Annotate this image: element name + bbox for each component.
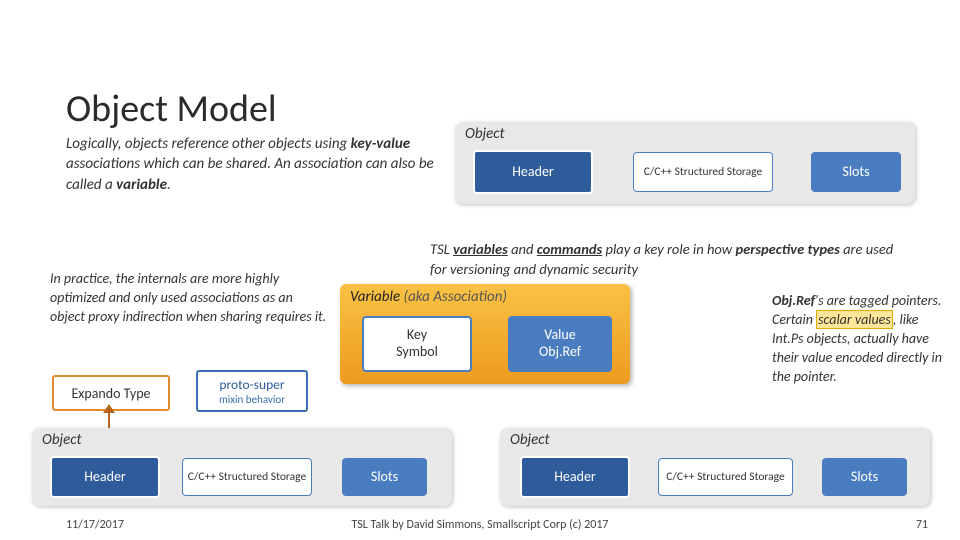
slots-part: Slots: [822, 458, 907, 496]
header-part: Header: [520, 456, 630, 498]
objref-paragraph: Obj.Ref's are tagged pointers. Certain s…: [772, 292, 942, 386]
object-box-top: Object Header C/C++ Structured Storage S…: [455, 122, 915, 204]
proto-super-box: proto-super mixin behavior: [196, 370, 308, 412]
slide-title: Object Model: [66, 86, 277, 132]
storage-part: C/C++ Structured Storage: [633, 152, 773, 192]
object-label: Object: [42, 431, 82, 449]
slots-part: Slots: [811, 152, 901, 192]
object-box-bottom-left: Object Header C/C++ Structured Storage S…: [32, 428, 452, 506]
object-label: Object: [465, 125, 505, 143]
practice-paragraph: In practice, the internals are more high…: [50, 270, 330, 327]
variable-label: Variable (aka Association): [350, 288, 507, 306]
tsl-text: TSL variables and commands play a key ro…: [430, 240, 910, 279]
value-box: ValueObj.Ref: [508, 316, 612, 372]
slide: Object Model Logically, objects referenc…: [0, 0, 960, 540]
footer-page-number: 71: [916, 518, 928, 532]
object-box-bottom-right: Object Header C/C++ Structured Storage S…: [500, 428, 930, 506]
key-box: KeySymbol: [362, 316, 472, 372]
object-label: Object: [510, 431, 550, 449]
header-part: Header: [473, 150, 593, 194]
footer-attribution: TSL Talk by David Simmons, Smallscript C…: [0, 518, 960, 532]
variable-box: Variable (aka Association) KeySymbol Val…: [340, 284, 630, 384]
storage-part: C/C++ Structured Storage: [658, 458, 793, 496]
header-part: Header: [50, 456, 160, 498]
intro-paragraph: Logically, objects reference other objec…: [66, 134, 436, 195]
slots-part: Slots: [342, 458, 427, 496]
storage-part: C/C++ Structured Storage: [182, 458, 312, 496]
